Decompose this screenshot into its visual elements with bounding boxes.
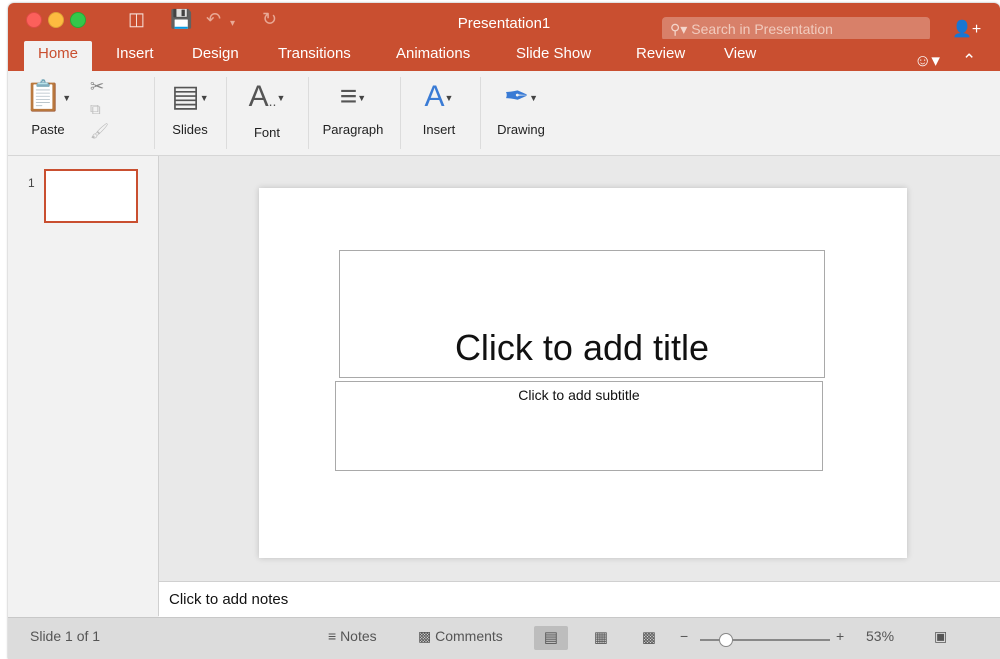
search-placeholder: Search in Presentation — [691, 21, 833, 37]
tab-slide-show[interactable]: Slide Show — [516, 45, 591, 62]
title-placeholder-text: Click to add title — [454, 327, 710, 368]
notes-toggle[interactable]: ≡ Notes — [328, 628, 377, 644]
slide-layout-icon: ▤▼ — [171, 80, 209, 113]
title-bar: ◫ 💾 ↶ ▾ ↻ Presentation1 ⚲▾ Search in Pres… — [8, 3, 1000, 41]
notes-placeholder-text: Click to add notes — [169, 591, 289, 608]
comments-toggle[interactable]: ▩ Comments — [418, 628, 503, 645]
search-input[interactable]: ⚲▾ Search in Presentation — [662, 17, 930, 41]
fit-to-window-icon[interactable]: ▣ — [934, 628, 947, 645]
presenter-icon: ▩ — [641, 629, 657, 646]
notes-pane[interactable]: Click to add notes — [159, 581, 1000, 617]
slide-sorter-button[interactable]: ▦ — [584, 626, 618, 650]
paste-button[interactable]: 📋▼ Paste — [20, 77, 76, 137]
collapse-ribbon-icon[interactable]: ⌃ — [962, 51, 976, 71]
zoom-in-button[interactable]: + — [836, 628, 844, 644]
thumbnail-number: 1 — [28, 176, 35, 190]
comments-icon: ▩ — [418, 628, 432, 644]
title-placeholder[interactable]: Click to add title — [339, 250, 825, 378]
feedback-smiley-icon[interactable]: ☺▾ — [914, 51, 940, 71]
insert-button[interactable]: A▼ Insert — [406, 77, 472, 137]
zoom-slider-handle[interactable] — [719, 633, 733, 647]
powerpoint-window: ◫ 💾 ↶ ▾ ↻ Presentation1 ⚲▾ Search in Pres… — [8, 3, 1000, 659]
notes-toggle-label: Notes — [340, 628, 377, 644]
slide-editor: Click to add title Click to add subtitle — [159, 156, 1000, 581]
tab-insert[interactable]: Insert — [116, 45, 154, 62]
notes-icon: ≡ — [328, 628, 337, 644]
format-painter-icon[interactable]: 🖌 — [90, 122, 120, 140]
tab-animations[interactable]: Animations — [396, 45, 470, 62]
ribbon-separator — [400, 77, 401, 149]
slide-indicator: Slide 1 of 1 — [30, 628, 101, 644]
tab-design[interactable]: Design — [192, 45, 239, 62]
insert-textbox-icon: A▼ — [424, 80, 454, 113]
zoom-out-button[interactable]: − — [680, 628, 688, 644]
normal-view-button[interactable]: ▤ — [534, 626, 568, 650]
font-icon: A..▼ — [248, 80, 286, 113]
reading-view-button[interactable]: ▩ — [632, 626, 666, 650]
insert-label: Insert — [422, 122, 456, 138]
ribbon-separator — [226, 77, 227, 149]
drawing-brush-icon: ✒▼ — [503, 80, 539, 113]
clipboard-tools: ✂ ⧉ 🖌 — [90, 77, 120, 140]
ribbon-separator — [308, 77, 309, 149]
ribbon: 📋▼ Paste ✂ ⧉ 🖌 ▤▼ Slides A..▼ Font ≡▼ Pa… — [8, 71, 1000, 156]
slide-thumbnail-pane: 1 — [8, 156, 159, 616]
slide-sorter-icon: ▦ — [593, 629, 609, 646]
drawing-label: Drawing — [497, 122, 545, 138]
drawing-button[interactable]: ✒▼ Drawing — [486, 77, 556, 137]
search-icon: ⚲▾ — [670, 21, 688, 37]
normal-view-icon: ▤ — [543, 629, 559, 646]
tab-home[interactable]: Home — [24, 41, 93, 71]
slides-label: Slides — [172, 122, 208, 138]
status-bar: Slide 1 of 1 ≡ Notes ▩ Comments ▤ ▦ ▩ − … — [8, 617, 1000, 659]
subtitle-placeholder-text: Click to add subtitle — [518, 387, 640, 403]
paragraph-label: Paragraph — [322, 122, 384, 138]
ribbon-separator — [154, 77, 155, 149]
share-add-person-icon[interactable]: 👤+ — [952, 19, 981, 39]
paste-label: Paste — [31, 122, 65, 138]
ribbon-separator — [480, 77, 481, 149]
cut-icon[interactable]: ✂ — [90, 77, 120, 97]
copy-icon[interactable]: ⧉ — [90, 101, 120, 118]
clipboard-icon: 📋▼ — [24, 80, 72, 113]
tab-review[interactable]: Review — [636, 45, 685, 62]
comments-toggle-label: Comments — [435, 628, 503, 644]
paragraph-align-icon: ≡▼ — [339, 80, 367, 113]
slide-canvas[interactable]: Click to add title Click to add subtitle — [259, 188, 907, 558]
zoom-level[interactable]: 53% — [866, 628, 894, 644]
subtitle-placeholder[interactable]: Click to add subtitle — [335, 381, 823, 471]
slides-button[interactable]: ▤▼ Slides — [158, 77, 222, 137]
font-label: Font — [253, 125, 280, 140]
slide-thumbnail[interactable] — [44, 169, 138, 223]
ribbon-tabs: Home Insert Design Transitions Animation… — [8, 39, 1000, 71]
tab-view[interactable]: View — [724, 45, 756, 62]
tab-transitions[interactable]: Transitions — [278, 45, 351, 62]
font-button[interactable]: A..▼ Font — [232, 77, 302, 140]
paragraph-button[interactable]: ≡▼ Paragraph — [312, 77, 394, 137]
